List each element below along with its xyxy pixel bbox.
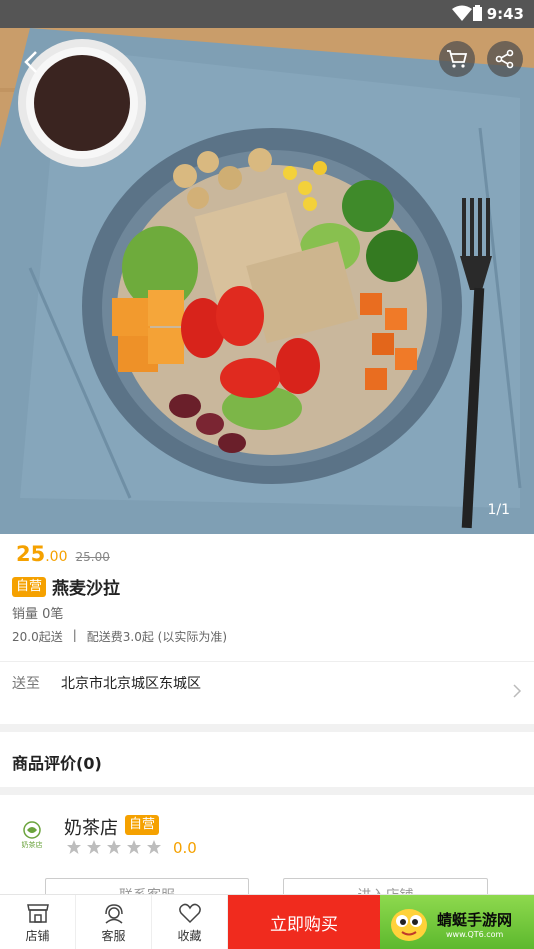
status-bar: 9:43 [0, 0, 534, 28]
salad-bowl-image [0, 28, 534, 534]
buy-now-button[interactable]: 立即购买 [228, 895, 380, 949]
star-icon [67, 840, 81, 854]
reviews-title[interactable]: 商品评价(0) [12, 750, 102, 774]
star-icon [127, 840, 141, 854]
product-image-carousel[interactable]: 1/1 [0, 28, 534, 534]
dragonfly-logo-icon [391, 909, 427, 941]
wifi-icon [452, 5, 472, 21]
product-name: 燕麦沙拉 [52, 579, 121, 599]
watermark-ad: 蜻蜓手游网 www.QT6.com [380, 895, 534, 949]
min-order: 20.0起送 [12, 630, 63, 644]
shop-name[interactable]: 奶茶店 [64, 814, 118, 840]
delivery-fee: 配送费3.0起 (以实际为准) [86, 630, 228, 644]
sales-count: 销量 0笔 [12, 607, 64, 622]
original-price: 25.00 [75, 550, 110, 564]
bottom-action-bar: 店铺 客服 收藏 立即购买 蜻蜓手游网 www.QT6.com [0, 894, 534, 949]
battery-icon [473, 5, 482, 21]
star-icon [107, 840, 121, 854]
price-integer: 25 [16, 542, 46, 566]
tab-favorite-label: 收藏 [177, 928, 202, 943]
status-time: 9:43 [486, 5, 524, 23]
star-icon [87, 840, 101, 854]
shop-rating: 0.0 [173, 839, 197, 857]
store-icon [26, 903, 49, 923]
chevron-right-icon [513, 684, 522, 698]
shipping-address-row[interactable]: 送至 北京市北京城区东城区 [0, 661, 534, 723]
svg-text:奶茶店: 奶茶店 [22, 840, 43, 849]
tab-store[interactable]: 店铺 [0, 895, 76, 949]
self-operated-badge: 自营 [12, 576, 47, 597]
cart-icon [447, 50, 468, 68]
tab-favorite[interactable]: 收藏 [152, 895, 228, 949]
share-icon [495, 49, 514, 69]
price-decimal: .00 [45, 549, 68, 565]
ship-address: 北京市北京城区东城区 [61, 676, 201, 692]
cart-button[interactable] [439, 41, 475, 77]
price-row: 25 .00 25.00 [16, 542, 110, 570]
ship-to-label: 送至 [12, 676, 40, 692]
section-gap [0, 724, 534, 732]
tab-service-label: 客服 [101, 928, 126, 943]
headset-icon [104, 903, 123, 924]
delivery-info: 20.0起送 | 配送费3.0起 (以实际为准) [12, 628, 227, 645]
shop-self-operated-badge: 自营 [125, 815, 160, 835]
heart-icon [178, 903, 201, 923]
back-arrow-icon[interactable] [12, 42, 52, 82]
section-gap [0, 787, 534, 795]
shop-logo: 奶茶店 [14, 816, 50, 852]
product-title-row: 自营 燕麦沙拉 [12, 574, 120, 599]
ad-title: 蜻蜓手游网 [437, 911, 513, 929]
shop-stars [66, 839, 162, 855]
star-icon [147, 840, 161, 854]
tab-service[interactable]: 客服 [76, 895, 152, 949]
share-button[interactable] [487, 41, 523, 77]
separator: | [72, 628, 77, 642]
tab-store-label: 店铺 [25, 928, 50, 943]
ad-url: www.QT6.com [446, 930, 504, 939]
image-page-indicator: 1/1 [487, 502, 510, 518]
